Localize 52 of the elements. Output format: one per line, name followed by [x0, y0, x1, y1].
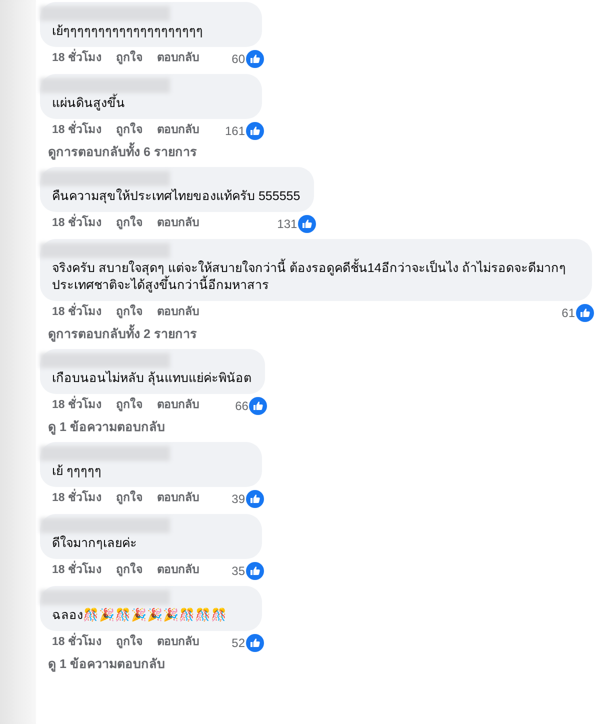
thumbs-up-icon	[249, 397, 268, 415]
like-count[interactable]: 39	[232, 490, 245, 508]
like-link[interactable]: ถูกใจ	[116, 215, 143, 233]
view-replies-link[interactable]: ดู 1 ข้อความตอบกลับ	[40, 654, 165, 675]
thumbs-up-icon	[246, 634, 264, 652]
comment-time[interactable]: 18 ชั่วโมง	[52, 490, 102, 508]
reply-link[interactable]: ตอบกลับ	[157, 397, 199, 415]
view-replies-link[interactable]: ดูการตอบกลับทั้ง 2 รายการ	[40, 324, 197, 345]
like-count[interactable]: 35	[232, 562, 245, 580]
like-link[interactable]: ถูกใจ	[116, 397, 143, 415]
comment-text: ดีใจมากๆเลยค่ะ	[52, 535, 138, 552]
like-link[interactable]: ถูกใจ	[116, 50, 143, 68]
like-link[interactable]: ถูกใจ	[116, 304, 143, 322]
reply-link[interactable]: ตอบกลับ	[157, 562, 199, 580]
like-count[interactable]: 131	[277, 215, 298, 233]
like-link[interactable]: ถูกใจ	[116, 634, 143, 652]
reply-link[interactable]: ตอบกลับ	[157, 122, 199, 140]
thumbs-up-icon	[576, 304, 594, 322]
like-count[interactable]: 161	[224, 122, 245, 140]
comment-time[interactable]: 18 ชั่วโมง	[52, 397, 102, 415]
comment-time[interactable]: 18 ชั่วโมง	[52, 122, 102, 140]
thumbs-up-icon	[246, 122, 264, 140]
comment-time[interactable]: 18 ชั่วโมง	[52, 634, 102, 652]
comment-time[interactable]: 18 ชั่วโมง	[52, 50, 102, 68]
like-count[interactable]: 66	[235, 397, 248, 415]
thumbs-up-icon	[246, 490, 264, 508]
like-link[interactable]: ถูกใจ	[116, 122, 143, 140]
comment-time[interactable]: 18 ชั่วโมง	[52, 562, 102, 580]
like-count[interactable]: 61	[562, 304, 575, 322]
reply-link[interactable]: ตอบกลับ	[157, 634, 199, 652]
view-replies-link[interactable]: ดู 1 ข้อความตอบกลับ	[40, 417, 165, 438]
comment-text: เย้ ๆๆๆๆๆ	[52, 463, 102, 480]
like-link[interactable]: ถูกใจ	[116, 490, 143, 508]
comment-text: ฉลอง🎊🎉🎊🎉🎉🎉🎊🎊🎊	[52, 607, 228, 624]
comment-time[interactable]: 18 ชั่วโมง	[52, 215, 102, 233]
like-link[interactable]: ถูกใจ	[116, 562, 143, 580]
thumbs-up-icon	[298, 215, 316, 233]
comment-text: จริงครับ สบายใจสุดๆ แต่จะให้สบายใจกว่านี้ ต้องรอดูคดีชั้น14อีกว่าจะเป็นไง ถ้าไม่รอดจะดีมากๆ ประเทศชาติจะได้สูงขึ้นกว่านี้อีกมหาสาร	[52, 260, 578, 294]
reply-link[interactable]: ตอบกลับ	[157, 50, 199, 68]
reply-link[interactable]: ตอบกลับ	[157, 490, 199, 508]
comment-text: คืนความสุขให้ประเทศไทยของแท้ครับ 555555	[52, 188, 300, 205]
reply-link[interactable]: ตอบกลับ	[157, 304, 199, 322]
thumbs-up-icon	[246, 562, 264, 580]
comment-time[interactable]: 18 ชั่วโมง	[52, 304, 102, 322]
view-replies-link[interactable]: ดูการตอบกลับทั้ง 6 รายการ	[40, 142, 197, 163]
comment-text: แผ่นดินสูงขึ้น	[52, 95, 248, 112]
like-count[interactable]: 60	[232, 50, 245, 68]
comment-text: เกือบนอนไม่หลับ ลุ้นแทบแย่ค่ะพินัอต	[52, 370, 252, 387]
reply-link[interactable]: ตอบกลับ	[157, 215, 199, 233]
thumbs-up-icon	[246, 50, 264, 68]
comment-text: เย้ๆๆๆๆๆๆๆๆๆๆๆๆๆๆๆๆๆๆๆๆ	[52, 23, 204, 40]
like-count[interactable]: 52	[232, 634, 245, 652]
